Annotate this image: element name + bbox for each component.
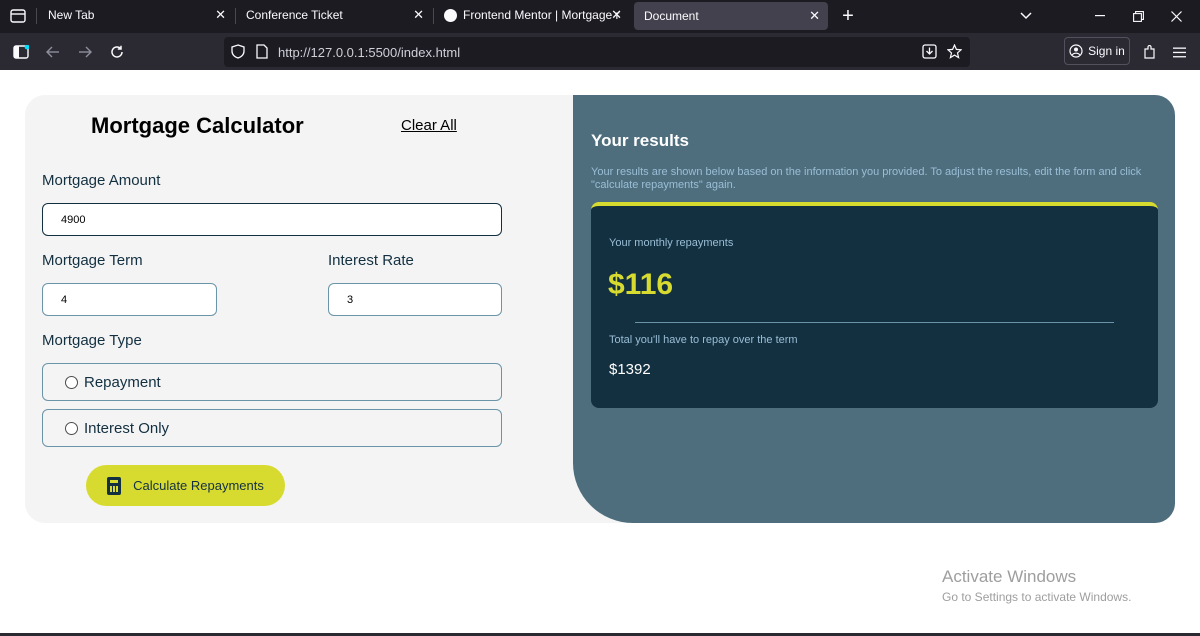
calculate-repayments-button[interactable]: Calculate Repayments — [86, 465, 285, 506]
mortgage-amount-value: 4900 — [61, 213, 86, 226]
tab-label: Frontend Mentor | Mortgage re — [463, 8, 620, 22]
close-icon[interactable]: ✕ — [413, 7, 424, 23]
calculator-icon — [107, 476, 122, 495]
extensions-icon[interactable] — [1134, 37, 1164, 67]
browser-tab-bar: New Tab ✕ Conference Ticket ✕ Frontend M… — [0, 0, 1200, 33]
radio-option-interest-only[interactable]: Interest Only — [42, 409, 502, 447]
new-tab-button[interactable]: + — [830, 0, 866, 32]
restore-icon[interactable] — [1120, 0, 1156, 32]
reload-icon[interactable] — [102, 37, 132, 67]
url-text[interactable]: http://127.0.0.1:5500/index.html — [278, 45, 460, 60]
chevron-down-icon[interactable] — [1008, 0, 1044, 32]
star-icon[interactable] — [946, 43, 963, 62]
address-bar[interactable]: http://127.0.0.1:5500/index.html — [224, 37, 970, 67]
tab-overview-icon[interactable] — [0, 0, 36, 32]
watermark-subtitle: Go to Settings to activate Windows. — [942, 590, 1132, 604]
back-arrow-icon[interactable] — [38, 37, 68, 67]
radio-button[interactable] — [65, 375, 78, 389]
interest-rate-value: 3 — [347, 293, 354, 306]
tab-label: New Tab — [48, 8, 95, 22]
close-icon[interactable]: ✕ — [215, 7, 226, 23]
window-close-icon[interactable] — [1158, 0, 1194, 32]
divider — [635, 322, 1114, 323]
mortgage-type-label: Mortgage Type — [42, 332, 142, 349]
monthly-repayments-value: $116 — [608, 268, 674, 301]
activate-windows-watermark: Activate Windows Go to Settings to activ… — [942, 567, 1131, 604]
mortgage-term-value: 4 — [61, 293, 68, 306]
radio-label: Repayment — [84, 373, 161, 391]
account-icon — [1069, 44, 1083, 58]
tab-frontend-mentor[interactable]: Frontend Mentor | Mortgage re ✕ — [434, 0, 630, 30]
mortgage-amount-input[interactable]: 4900 — [42, 203, 502, 236]
minimize-icon[interactable] — [1082, 0, 1118, 32]
tab-label: Document — [644, 9, 699, 23]
watermark-title: Activate Windows — [942, 567, 1077, 586]
total-repay-label: Total you'll have to repay over the term — [609, 334, 798, 346]
calculator-form: Mortgage Calculator Clear All Mortgage A… — [25, 95, 573, 523]
mortgage-term-input[interactable]: 4 — [42, 283, 217, 316]
mortgage-calculator-card: Mortgage Calculator Clear All Mortgage A… — [25, 95, 1175, 523]
sign-in-label: Sign in — [1088, 44, 1125, 58]
results-panel: Your results Your results are shown belo… — [573, 95, 1175, 523]
clear-all-button[interactable]: Clear All — [401, 117, 457, 134]
page-icon[interactable] — [256, 44, 268, 62]
monthly-repayments-label: Your monthly repayments — [609, 237, 734, 249]
globe-icon — [444, 8, 457, 22]
tab-label: Conference Ticket — [246, 8, 343, 22]
page-title: Mortgage Calculator — [91, 113, 304, 138]
interest-rate-label: Interest Rate — [328, 252, 414, 269]
radio-label: Interest Only — [84, 419, 170, 437]
shield-icon[interactable] — [231, 44, 245, 62]
close-icon[interactable]: ✕ — [809, 8, 820, 24]
radio-option-repayment[interactable]: Repayment — [42, 363, 502, 401]
calculate-label: Calculate Repayments — [133, 478, 264, 493]
tab-conference-ticket[interactable]: Conference Ticket ✕ — [236, 0, 432, 30]
forward-arrow-icon[interactable] — [70, 37, 100, 67]
total-repay-value: $1392 — [609, 361, 651, 378]
sidebar-icon[interactable] — [6, 37, 36, 67]
interest-rate-input[interactable]: 3 — [328, 283, 502, 316]
mortgage-amount-label: Mortgage Amount — [42, 172, 161, 189]
tab-document[interactable]: Document ✕ — [634, 2, 828, 30]
mortgage-term-label: Mortgage Term — [42, 252, 143, 269]
menu-icon[interactable] — [1164, 37, 1194, 67]
sign-in-button[interactable]: Sign in — [1064, 37, 1130, 65]
download-icon[interactable] — [922, 44, 937, 62]
results-title: Your results — [591, 131, 689, 150]
tab-new-tab[interactable]: New Tab ✕ — [38, 0, 234, 30]
tab-separator — [36, 8, 37, 24]
results-card: Your monthly repayments $116 Total you'l… — [591, 202, 1158, 408]
browser-nav-bar: http://127.0.0.1:5500/index.html Sign in — [0, 33, 1200, 70]
close-icon[interactable]: ✕ — [611, 7, 622, 23]
radio-button[interactable] — [65, 421, 78, 435]
results-description: Your results are shown below based on th… — [591, 166, 1142, 191]
